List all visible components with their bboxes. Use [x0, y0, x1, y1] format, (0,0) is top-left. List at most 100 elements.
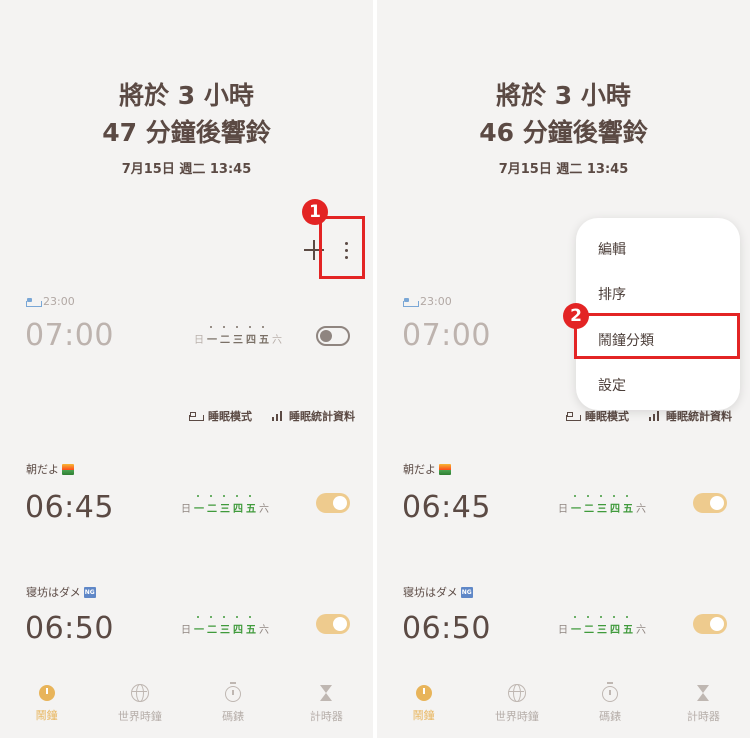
nav-tab-world-clock[interactable]: 世界時鐘 — [100, 684, 180, 734]
weekday-mon: 一 — [571, 616, 581, 636]
weekday-fri: 五 — [246, 495, 256, 515]
stopwatch-icon — [602, 682, 619, 702]
alarm-time[interactable]: 06:45 — [402, 490, 491, 525]
alarm-label-text: 23:00 — [43, 295, 75, 308]
sunrise-emoji-icon — [439, 463, 451, 475]
sleep-stats-link[interactable]: 睡眠統計資料 — [272, 408, 355, 424]
alarm-time[interactable]: 06:50 — [402, 611, 491, 646]
nav-label: 碼錶 — [599, 710, 622, 723]
sleep-links: 睡眠模式 睡眠統計資料 — [189, 408, 355, 424]
globe-icon — [507, 684, 526, 702]
alarm-time[interactable]: 06:50 — [25, 611, 114, 646]
alarm-label-text: 23:00 — [420, 295, 452, 308]
nav-tab-alarm[interactable]: 鬧鐘 — [7, 684, 87, 734]
alarm-toggle[interactable] — [316, 326, 350, 346]
weekday-fri: 五 — [623, 495, 633, 515]
weekday-fri: 五 — [259, 326, 269, 346]
alarm-label-morning: 朝だよ — [26, 461, 74, 477]
bottom-nav: 鬧鐘 世界時鐘 碼錶 計時器 — [0, 682, 373, 734]
alarm-label-bedtime: 23:00 — [26, 295, 75, 308]
weekday-sat: 六 — [636, 625, 646, 636]
weekday-mon: 一 — [194, 616, 204, 636]
ring-countdown-line2: 46 分鐘後響鈴 — [479, 118, 648, 147]
weekday-wed: 三 — [597, 495, 607, 515]
callout-step-1: 1 — [302, 199, 328, 225]
weekday-sun: 日 — [194, 335, 204, 346]
menu-item-settings[interactable]: 設定 — [598, 375, 626, 395]
nav-tab-timer[interactable]: 計時器 — [286, 684, 366, 734]
weekday-sun: 日 — [558, 625, 568, 636]
nav-tab-timer[interactable]: 計時器 — [663, 684, 743, 734]
alarm-label-bedtime: 23:00 — [403, 295, 452, 308]
sleep-mode-label: 睡眠模式 — [585, 410, 629, 423]
repeat-days: 日 一 二 三 四 五 六 — [181, 616, 269, 636]
alarm-time[interactable]: 06:45 — [25, 490, 114, 525]
callout-highlight-more-options — [319, 216, 365, 279]
nav-tab-stopwatch[interactable]: 碼錶 — [570, 682, 650, 734]
repeat-days: 日 一 二 三 四 五 六 — [558, 616, 646, 636]
nav-label: 鬧鐘 — [35, 709, 58, 722]
alarm-toggle[interactable] — [693, 493, 727, 513]
ring-countdown-line2: 47 分鐘後響鈴 — [102, 118, 271, 147]
nav-label: 世界時鐘 — [117, 710, 162, 723]
alarm-toggle[interactable] — [693, 614, 727, 634]
bottom-nav: 鬧鐘 世界時鐘 碼錶 計時器 — [377, 682, 750, 734]
alarm-label-text: 寝坊はダメ — [26, 586, 81, 599]
nav-label: 世界時鐘 — [494, 710, 539, 723]
alarm-label-text: 朝だよ — [403, 463, 436, 476]
weekday-tue: 二 — [207, 495, 217, 515]
alarm-clock-icon — [38, 685, 55, 701]
alarm-label-oversleep: 寝坊はダメ NG — [403, 584, 473, 600]
bed-icon — [26, 297, 42, 307]
sleep-icon — [189, 411, 204, 421]
weekday-thu: 四 — [610, 616, 620, 636]
weekday-mon: 一 — [207, 326, 217, 346]
nav-tab-world-clock[interactable]: 世界時鐘 — [477, 684, 557, 734]
menu-item-edit[interactable]: 編輯 — [598, 239, 626, 259]
alarm-time[interactable]: 07:00 — [402, 318, 491, 353]
alarm-time[interactable]: 07:00 — [25, 318, 114, 353]
weekday-tue: 二 — [584, 616, 594, 636]
nav-tab-stopwatch[interactable]: 碼錶 — [193, 682, 273, 734]
weekday-wed: 三 — [233, 326, 243, 346]
nav-label: 計時器 — [686, 710, 720, 723]
weekday-sun: 日 — [181, 504, 191, 515]
weekday-thu: 四 — [246, 326, 256, 346]
weekday-tue: 二 — [584, 495, 594, 515]
ng-emoji-icon: NG — [460, 586, 473, 598]
sleep-stats-link[interactable]: 睡眠統計資料 — [649, 408, 732, 424]
current-date: 7月15日 週二 13:45 — [121, 162, 252, 177]
weekday-wed: 三 — [220, 495, 230, 515]
weekday-sun: 日 — [181, 625, 191, 636]
sleep-mode-link[interactable]: 睡眠模式 — [189, 408, 252, 424]
weekday-sat: 六 — [636, 504, 646, 515]
weekday-thu: 四 — [233, 495, 243, 515]
hourglass-icon — [319, 684, 333, 702]
alarm-label-oversleep: 寝坊はダメ NG — [26, 584, 96, 600]
globe-icon — [130, 684, 149, 702]
alarm-toggle[interactable] — [316, 493, 350, 513]
stopwatch-icon — [225, 682, 242, 702]
ng-emoji-icon: NG — [83, 586, 96, 598]
weekday-thu: 四 — [610, 495, 620, 515]
sleep-mode-link[interactable]: 睡眠模式 — [566, 408, 629, 424]
bed-icon — [403, 297, 419, 307]
alarm-label-text: 朝だよ — [26, 463, 59, 476]
alarm-label-morning: 朝だよ — [403, 461, 451, 477]
repeat-days: 日 一 二 三 四 五 六 — [194, 326, 282, 346]
stats-icon — [272, 411, 284, 421]
weekday-sun: 日 — [558, 504, 568, 515]
weekday-fri: 五 — [246, 616, 256, 636]
hourglass-icon — [696, 684, 710, 702]
nav-tab-alarm[interactable]: 鬧鐘 — [384, 684, 464, 734]
alarm-toggle[interactable] — [316, 614, 350, 634]
menu-item-sort[interactable]: 排序 — [598, 284, 626, 304]
weekday-wed: 三 — [220, 616, 230, 636]
sleep-mode-label: 睡眠模式 — [208, 410, 252, 423]
weekday-sat: 六 — [259, 625, 269, 636]
alarm-screen-left: 將於 3 小時 47 分鐘後響鈴 7月15日 週二 13:45 23:00 07… — [0, 0, 373, 738]
weekday-wed: 三 — [597, 616, 607, 636]
weekday-thu: 四 — [233, 616, 243, 636]
alarm-clock-icon — [415, 685, 432, 701]
weekday-sat: 六 — [259, 504, 269, 515]
